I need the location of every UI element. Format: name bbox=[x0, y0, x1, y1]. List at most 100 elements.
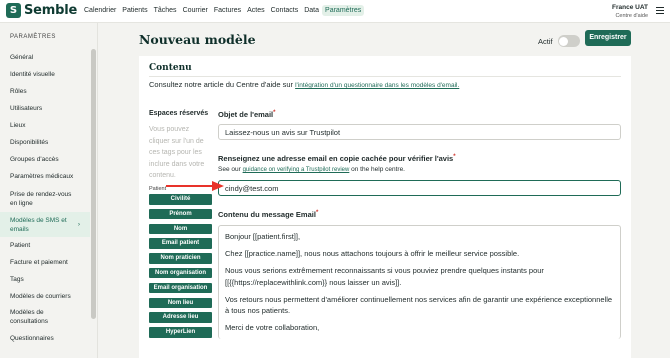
sidebar-item-label: Questionnaires bbox=[10, 335, 54, 342]
sidebar-item-label: Disponibilités bbox=[10, 139, 49, 146]
sidebar-item-label: Identité visuelle bbox=[10, 71, 55, 78]
main-nav: Calendrier Patients Tâches Courrier Fact… bbox=[81, 5, 365, 16]
subject-label-text: Objet de l'email bbox=[218, 110, 274, 119]
nav-item-taches[interactable]: Tâches bbox=[151, 5, 180, 16]
sidebar-item-label: Patient bbox=[10, 242, 31, 249]
sidebar-item-patient[interactable]: Patient bbox=[0, 237, 90, 254]
sidebar-item-utilisateurs[interactable]: Utilisateurs bbox=[0, 100, 90, 117]
subject-input[interactable]: Laissez-nous un avis sur Trustpilot bbox=[218, 124, 621, 140]
top-navigation-bar: S Semble Calendrier Patients Tâches Cour… bbox=[0, 0, 670, 23]
placeholder-tag-email-organisation[interactable]: Email organisation bbox=[149, 282, 212, 294]
placeholder-tag-hyperlien[interactable]: HyperLien bbox=[149, 327, 212, 338]
nav-item-patients[interactable]: Patients bbox=[119, 5, 150, 16]
placeholder-tag-nom-lieu[interactable]: Nom lieu bbox=[149, 297, 212, 309]
sidebar-item-identite-visuelle[interactable]: Identité visuelle bbox=[0, 66, 90, 83]
sidebar-item-prise-rdv[interactable]: Prise de rendez-vous en ligne bbox=[0, 185, 90, 212]
message-line: Bonjour [[patient.first]], bbox=[225, 232, 301, 241]
sidebar-item-label: Modèles de SMS et emails bbox=[10, 216, 67, 233]
sidebar-item-label: Groupes d'accès bbox=[10, 156, 59, 163]
sidebar-item-tags[interactable]: Tags bbox=[0, 271, 90, 288]
logo-mark-icon: S bbox=[6, 3, 21, 18]
sidebar-item-label: Modèles de consultations bbox=[10, 309, 48, 325]
bcc-help-suffix: on the help centre. bbox=[351, 166, 405, 173]
sidebar-item-modeles-consultations[interactable]: Modèles de consultations bbox=[0, 304, 90, 330]
nav-item-parametres[interactable]: Paramètres bbox=[322, 5, 365, 16]
required-marker: * bbox=[315, 210, 319, 216]
section-title: Contenu bbox=[149, 63, 192, 73]
subject-label: Objet de l'email* bbox=[218, 110, 275, 119]
sidebar-scrollbar[interactable] bbox=[91, 49, 96, 319]
active-toggle[interactable] bbox=[557, 35, 580, 47]
sidebar-item-label: Utilisateurs bbox=[10, 105, 43, 112]
nav-item-courrier[interactable]: Courrier bbox=[180, 5, 211, 16]
nav-item-actes[interactable]: Actes bbox=[244, 5, 268, 16]
sidebar-item-label: Lieux bbox=[10, 122, 26, 129]
logo-text: Semble bbox=[24, 3, 78, 18]
message-line: Merci de votre collaboration, bbox=[225, 323, 320, 332]
message-label-text: Contenu du message Email bbox=[218, 210, 316, 219]
hamburger-menu-icon[interactable] bbox=[656, 7, 664, 14]
help-centre-link[interactable]: Centre d'aide bbox=[612, 12, 648, 20]
settings-sidebar: PARAMÈTRES Général Identité visuelle Rôl… bbox=[0, 23, 98, 358]
placeholders-help: Vous pouvez cliquer sur l'un de ces tags… bbox=[149, 126, 205, 179]
placeholders-group-label: Patient bbox=[149, 186, 167, 192]
sidebar-item-label: Modèles de courriers bbox=[10, 292, 71, 300]
sidebar-item-roles[interactable]: Rôles bbox=[0, 83, 90, 100]
sidebar-item-label: Paramètres médicaux bbox=[10, 173, 74, 180]
placeholder-tag-prenom[interactable]: Prénom bbox=[149, 208, 212, 220]
sidebar-item-groupes-acces[interactable]: Groupes d'accès bbox=[0, 151, 90, 168]
required-marker: * bbox=[453, 154, 456, 160]
placeholders-title: Espaces réservés bbox=[149, 110, 209, 117]
nav-item-calendrier[interactable]: Calendrier bbox=[81, 5, 119, 16]
trustpilot-guidance-link[interactable]: guidance on verifying a Trustpilot revie… bbox=[243, 167, 350, 173]
active-label: Actif bbox=[538, 36, 553, 46]
message-line: Nous vous serions extrêmement reconnaiss… bbox=[225, 266, 544, 287]
bcc-label-text: Renseignez une adresse email en copie ca… bbox=[218, 154, 454, 163]
nav-item-factures[interactable]: Factures bbox=[211, 5, 244, 16]
save-button[interactable]: Enregistrer bbox=[585, 30, 631, 46]
chevron-right-icon: › bbox=[77, 221, 80, 228]
message-textarea[interactable]: Bonjour [[patient.first]], Chez [[practi… bbox=[218, 225, 621, 339]
message-line: Chez [[practice.name]], nous nous attach… bbox=[225, 249, 520, 258]
intro-text-body: Consultez notre article du Centre d'aide… bbox=[149, 80, 294, 89]
sidebar-item-facture-paiement[interactable]: Facture et paiement bbox=[0, 254, 90, 271]
sidebar-item-disponibilites[interactable]: Disponibilités bbox=[0, 134, 90, 151]
sidebar-item-modeles-courriers[interactable]: Modèles de courriers bbox=[0, 288, 90, 304]
sidebar-item-modeles-sms-emails[interactable]: Modèles de SMS et emails › bbox=[0, 212, 90, 237]
account-switcher[interactable]: France UAT Centre d'aide bbox=[612, 4, 648, 20]
sidebar-item-questionnaires[interactable]: Questionnaires bbox=[0, 330, 90, 347]
sidebar-item-parametres-medicaux[interactable]: Paramètres médicaux bbox=[0, 168, 90, 185]
divider bbox=[149, 76, 621, 77]
account-name: France UAT bbox=[612, 4, 648, 11]
message-line: Vos retours nous permettent d'améliorer … bbox=[225, 294, 613, 316]
sidebar-item-label: Prise de rendez-vous en ligne bbox=[10, 190, 72, 207]
bcc-label: Renseignez une adresse email en copie ca… bbox=[218, 154, 456, 163]
subject-input-value: Laissez-nous un avis sur Trustpilot bbox=[225, 127, 341, 137]
bcc-help-text: See our guidance on verifying a Trustpil… bbox=[218, 166, 405, 173]
bcc-email-input[interactable]: cindy@test.com bbox=[218, 180, 621, 196]
page-title: Nouveau modèle bbox=[139, 32, 256, 47]
nav-item-data[interactable]: Data bbox=[301, 5, 322, 16]
annotation-arrow-icon bbox=[166, 181, 224, 191]
sidebar-item-label: Général bbox=[10, 54, 34, 61]
semble-logo[interactable]: S Semble bbox=[6, 3, 77, 18]
intro-text: Consultez notre article du Centre d'aide… bbox=[149, 80, 459, 89]
bcc-email-value: cindy@test.com bbox=[225, 183, 279, 193]
placeholder-tag-nom[interactable]: Nom bbox=[149, 223, 212, 235]
nav-item-contacts[interactable]: Contacts bbox=[268, 5, 302, 16]
sidebar-item-label: Facture et paiement bbox=[10, 259, 68, 266]
placeholder-tag-email-patient[interactable]: Email patient bbox=[149, 238, 212, 249]
placeholder-tag-adresse-lieu[interactable]: Adresse lieu bbox=[149, 312, 212, 323]
sidebar-item-lieux[interactable]: Lieux bbox=[0, 117, 90, 134]
sidebar-heading: PARAMÈTRES bbox=[10, 34, 56, 40]
placeholder-tag-nom-organisation[interactable]: Nom organisation bbox=[149, 267, 212, 279]
sidebar-item-general[interactable]: Général bbox=[0, 49, 90, 66]
bcc-help-prefix: See our bbox=[218, 166, 241, 173]
active-toggle-group: Actif bbox=[538, 35, 580, 47]
message-label: Contenu du message Email* bbox=[218, 210, 318, 219]
help-article-link[interactable]: l'intégration d'un questionnaire dans le… bbox=[295, 82, 459, 89]
sidebar-item-label: Tags bbox=[10, 276, 24, 283]
placeholder-tag-nom-praticien[interactable]: Nom praticien bbox=[149, 253, 212, 264]
placeholder-tag-civilite[interactable]: Civilité bbox=[149, 194, 212, 205]
placeholder-tags: Civilité Prénom Nom Email patient Nom pr… bbox=[149, 194, 212, 342]
